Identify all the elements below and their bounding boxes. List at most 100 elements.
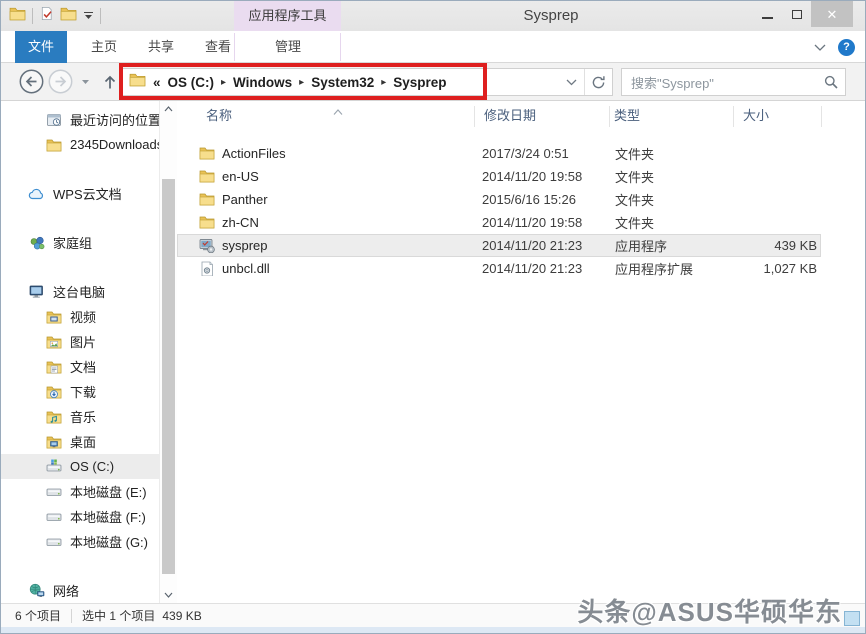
sidebar-item[interactable]: 2345Downloads xyxy=(1,132,159,157)
forward-button[interactable] xyxy=(47,68,74,95)
sidebar-item[interactable]: 网络 xyxy=(1,578,159,603)
main-area: 最近访问的位置 2345Downloads WPS云文档家庭组这台电脑视频图片文档下… xyxy=(1,101,865,603)
back-button[interactable] xyxy=(18,68,45,95)
sidebar-item[interactable]: 文档 xyxy=(1,354,159,379)
file-name: unbcl.dll xyxy=(222,261,270,276)
column-divider[interactable] xyxy=(733,106,734,127)
maximize-icon xyxy=(792,10,802,19)
breadcrumb-segment[interactable]: OS (C:) xyxy=(168,75,215,90)
maximize-button[interactable] xyxy=(783,1,811,27)
close-button[interactable]: ✕ xyxy=(811,1,853,27)
sidebar-item[interactable]: 视频 xyxy=(1,304,159,329)
file-name-cell[interactable]: en-US xyxy=(177,169,474,184)
scrollbar-thumb[interactable] xyxy=(162,179,175,574)
file-name-cell[interactable]: unbcl.dll xyxy=(177,261,474,276)
sidebar-scrollbar[interactable] xyxy=(159,101,177,603)
column-divider[interactable] xyxy=(609,106,610,127)
file-date-cell: 2014/11/20 21:23 xyxy=(474,261,609,276)
folder-icon xyxy=(199,192,215,207)
qat-separator xyxy=(32,8,33,24)
sidebar-item[interactable]: 这台电脑 xyxy=(1,279,159,304)
contextual-separator xyxy=(340,33,341,61)
column-header-type[interactable]: 类型 xyxy=(614,101,640,131)
sidebar-item[interactable]: 本地磁盘 (E:) xyxy=(1,479,159,504)
sidebar-item[interactable]: 家庭组 xyxy=(1,230,159,255)
help-icon[interactable]: ? xyxy=(838,39,855,56)
file-row[interactable]: en-US2014/11/20 19:58文件夹 xyxy=(177,165,821,188)
file-type-cell: 文件夹 xyxy=(609,190,733,209)
status-divider xyxy=(71,609,72,623)
navigation-pane: 最近访问的位置 2345Downloads WPS云文档家庭组这台电脑视频图片文档下… xyxy=(1,101,159,603)
sidebar-item[interactable]: 本地磁盘 (F:) xyxy=(1,504,159,529)
breadcrumb-segment[interactable]: System32 xyxy=(311,75,374,90)
tab-home[interactable]: 主页 xyxy=(81,31,127,63)
file-size-cell: 1,027 KB xyxy=(733,261,821,276)
breadcrumb[interactable]: « OS (C:) ▸ Windows ▸ System32 ▸ Sysprep xyxy=(122,72,558,92)
history-dropdown-icon[interactable] xyxy=(78,75,92,89)
drive-icon xyxy=(45,534,63,550)
sidebar-item-label: 图片 xyxy=(70,332,96,351)
folder-video-icon xyxy=(45,309,63,325)
sidebar-item[interactable]: WPS云文档 xyxy=(1,181,159,206)
search-input[interactable]: 搜索"Sysprep" xyxy=(622,73,817,92)
file-type-cell: 文件夹 xyxy=(609,167,733,186)
refresh-icon[interactable] xyxy=(585,69,612,95)
cloud-icon xyxy=(28,186,46,202)
file-type-cell: 应用程序 xyxy=(609,236,733,255)
explorer-icon xyxy=(9,6,26,26)
title-bar: 应用程序工具 Sysprep ✕ xyxy=(1,1,865,31)
column-header-date[interactable]: 修改日期 xyxy=(484,101,536,131)
sidebar-item[interactable]: 桌面 xyxy=(1,429,159,454)
file-row[interactable]: ActionFiles2017/3/24 0:51文件夹 xyxy=(177,142,821,165)
file-type-cell: 文件夹 xyxy=(609,213,733,232)
file-size-cell: 439 KB xyxy=(733,238,821,253)
minimize-button[interactable] xyxy=(753,1,781,27)
folder-icon xyxy=(45,137,63,153)
column-header-size[interactable]: 大小 xyxy=(743,101,769,131)
breadcrumb-segment[interactable]: Windows xyxy=(233,75,292,90)
tab-manage[interactable]: 管理 xyxy=(259,31,317,63)
search-icon[interactable] xyxy=(817,75,845,89)
scroll-down-icon[interactable] xyxy=(160,587,177,603)
sidebar-item[interactable]: OS (C:) xyxy=(1,454,159,479)
file-row[interactable]: zh-CN2014/11/20 19:58文件夹 xyxy=(177,211,821,234)
item-count: 6 个项目 xyxy=(15,607,61,624)
ribbon-collapse-icon[interactable] xyxy=(814,38,826,56)
file-name-cell[interactable]: Panther xyxy=(177,192,474,207)
file-name-cell[interactable]: sysprep xyxy=(177,238,474,253)
column-divider[interactable] xyxy=(821,106,822,127)
window-title: Sysprep xyxy=(496,1,606,31)
sidebar-item[interactable]: 音乐 xyxy=(1,404,159,429)
qat-dropdown-icon[interactable] xyxy=(83,7,94,25)
breadcrumb-separator-icon: ▸ xyxy=(381,76,386,88)
sidebar-item-label: 桌面 xyxy=(70,432,96,451)
sidebar-item[interactable]: 下载 xyxy=(1,379,159,404)
sidebar-item[interactable]: 本地磁盘 (G:) xyxy=(1,529,159,554)
address-bar[interactable]: « OS (C:) ▸ Windows ▸ System32 ▸ Sysprep xyxy=(121,68,613,96)
column-divider[interactable] xyxy=(474,106,475,127)
sidebar-item-label: 视频 xyxy=(70,307,96,326)
breadcrumb-overflow[interactable]: « xyxy=(153,75,161,90)
sidebar-item[interactable]: 最近访问的位置 xyxy=(1,107,159,132)
sidebar-item-label: 本地磁盘 (F:) xyxy=(70,507,146,526)
address-folder-icon xyxy=(129,72,146,92)
file-row[interactable]: Panther2015/6/16 15:26文件夹 xyxy=(177,188,821,211)
properties-icon[interactable] xyxy=(39,6,54,26)
file-row[interactable]: unbcl.dll2014/11/20 21:23应用程序扩展1,027 KB xyxy=(177,257,821,280)
file-name-cell[interactable]: zh-CN xyxy=(177,215,474,230)
tab-share[interactable]: 共享 xyxy=(138,31,184,63)
search-box[interactable]: 搜索"Sysprep" xyxy=(621,68,846,96)
file-row[interactable]: sysprep2014/11/20 21:23应用程序439 KB xyxy=(177,234,821,257)
sidebar-item[interactable]: 图片 xyxy=(1,329,159,354)
breadcrumb-segment[interactable]: Sysprep xyxy=(393,75,446,90)
sidebar-item-label: 文档 xyxy=(70,357,96,376)
address-dropdown-icon[interactable] xyxy=(558,69,584,95)
sidebar-item-label: 最近访问的位置 xyxy=(70,110,159,129)
column-header-name[interactable]: 名称 xyxy=(206,101,232,131)
up-button[interactable] xyxy=(100,72,120,92)
new-folder-icon[interactable] xyxy=(60,6,77,26)
tab-file[interactable]: 文件 xyxy=(15,31,67,63)
scroll-up-icon[interactable] xyxy=(160,101,177,117)
window-bottom-border xyxy=(1,627,865,634)
file-name-cell[interactable]: ActionFiles xyxy=(177,146,474,161)
